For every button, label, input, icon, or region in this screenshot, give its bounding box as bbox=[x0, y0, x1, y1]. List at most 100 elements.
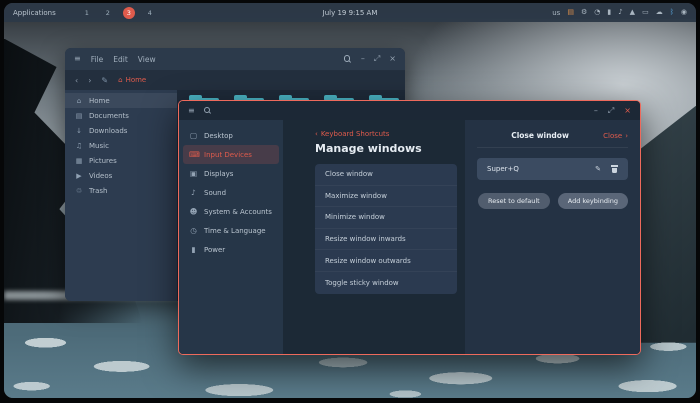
cloud-icon[interactable]: ☁ bbox=[656, 9, 663, 16]
workspace-3-active[interactable]: 3 bbox=[122, 6, 135, 19]
sidebar-item-label: Videos bbox=[89, 171, 113, 180]
back-chevron-icon: ‹ bbox=[315, 130, 318, 138]
sidebar-item-power[interactable]: ▮ Power bbox=[183, 240, 279, 259]
monitor-icon: ▢ bbox=[189, 131, 198, 140]
back-link-keyboard-shortcuts[interactable]: ‹ Keyboard Shortcuts bbox=[315, 130, 457, 138]
forward-button[interactable]: › bbox=[88, 76, 91, 85]
volume-icon[interactable]: ♪ bbox=[618, 9, 622, 16]
sidebar-item-label: Pictures bbox=[89, 156, 117, 165]
detail-nav-link[interactable]: Close › bbox=[603, 132, 628, 140]
sidebar-item-label: Downloads bbox=[89, 126, 128, 135]
sidebar-item-sound[interactable]: ♪ Sound bbox=[183, 183, 279, 202]
document-icon: ▤ bbox=[75, 111, 83, 120]
sidebar-item-label: Home bbox=[89, 96, 110, 105]
sidebar-item-desktop[interactable]: ▢ Desktop bbox=[183, 126, 279, 145]
reset-to-default-button[interactable]: Reset to default bbox=[478, 193, 550, 209]
maximize-button[interactable]: ⤢ bbox=[374, 55, 380, 63]
sidebar-item-label: Desktop bbox=[204, 131, 233, 140]
clock-icon[interactable]: ◔ bbox=[594, 9, 600, 16]
shortcut-resize-inwards[interactable]: Resize window inwards bbox=[315, 229, 457, 251]
sidebar-item-home[interactable]: ⌂ Home bbox=[65, 93, 177, 108]
videos-icon: ▶ bbox=[76, 171, 82, 180]
settings-sidebar: ▢ Desktop ⌨ Input Devices ▣ Displays ♪ S… bbox=[179, 120, 283, 354]
sidebar-item-music[interactable]: ♫ Music bbox=[65, 138, 177, 153]
hamburger-icon[interactable]: ≡ bbox=[74, 55, 81, 63]
keyboard-icon: ⌨ bbox=[189, 150, 200, 159]
sidebar-item-label: Music bbox=[89, 141, 109, 150]
sidebar-item-label: Documents bbox=[89, 111, 129, 120]
home-icon: ⌂ bbox=[76, 96, 82, 105]
shortcut-close-window[interactable]: Close window bbox=[315, 164, 457, 186]
sidebar-item-downloads[interactable]: ↓ Downloads bbox=[65, 123, 177, 138]
edit-path-icon[interactable]: ✎ bbox=[101, 76, 108, 85]
sidebar-item-documents[interactable]: ▤ Documents bbox=[65, 108, 177, 123]
breadcrumb[interactable]: ⌂ Home bbox=[118, 76, 146, 84]
sidebar-item-time-language[interactable]: ◷ Time & Language bbox=[183, 221, 279, 240]
shortcut-maximize-window[interactable]: Maximize window bbox=[315, 186, 457, 208]
battery-icon[interactable]: ▮ bbox=[607, 9, 611, 16]
settings-detail-pane: Close window Close › Super+Q ✎ Reset to … bbox=[465, 120, 640, 354]
delete-keybinding-icon[interactable] bbox=[611, 165, 618, 173]
close-button[interactable]: × bbox=[389, 55, 396, 63]
back-button[interactable]: ‹ bbox=[75, 76, 78, 85]
keybinding-value: Super+Q bbox=[487, 165, 519, 173]
breadcrumb-label: Home bbox=[125, 76, 147, 84]
add-keybinding-button[interactable]: Add keybinding bbox=[557, 193, 628, 209]
battery-icon: ▮ bbox=[191, 245, 196, 254]
file-manager-sidebar: ⌂ Home ▤ Documents ↓ Downloads ♫ Music ▦ bbox=[65, 90, 177, 301]
trash-icon: ♲ bbox=[75, 186, 83, 195]
music-icon: ♫ bbox=[75, 141, 83, 150]
settings-window: ≡ – ⤢ × ▢ Desktop ⌨ Input Devices ▣ Disp… bbox=[178, 100, 641, 355]
workspace-1[interactable]: 1 bbox=[81, 7, 93, 19]
maximize-button[interactable]: ⤢ bbox=[608, 106, 614, 115]
sidebar-item-label: Displays bbox=[204, 169, 234, 178]
shortcut-toggle-sticky[interactable]: Toggle sticky window bbox=[315, 272, 457, 294]
close-button[interactable]: × bbox=[624, 106, 631, 115]
shortcut-minimize-window[interactable]: Minimize window bbox=[315, 207, 457, 229]
sidebar-item-displays[interactable]: ▣ Displays bbox=[183, 164, 279, 183]
home-icon: ⌂ bbox=[118, 76, 123, 84]
sound-icon: ♪ bbox=[191, 188, 196, 197]
menu-view[interactable]: View bbox=[138, 55, 156, 64]
top-panel: Applications 1 2 3 4 July 19 9:15 AM us … bbox=[4, 3, 696, 22]
download-icon: ↓ bbox=[76, 126, 82, 135]
clock-icon: ◷ bbox=[190, 226, 197, 235]
sidebar-item-videos[interactable]: ▶ Videos bbox=[65, 168, 177, 183]
sidebar-item-trash[interactable]: ♲ Trash bbox=[65, 183, 177, 198]
sidebar-item-input-devices[interactable]: ⌨ Input Devices bbox=[183, 145, 279, 164]
search-icon[interactable] bbox=[343, 55, 352, 63]
minimize-button[interactable]: – bbox=[594, 106, 598, 115]
pictures-icon: ▦ bbox=[75, 156, 83, 165]
wifi-icon[interactable]: ▲ bbox=[630, 9, 635, 16]
indicator-app-icon[interactable]: ▤ bbox=[567, 9, 574, 16]
workspace-4[interactable]: 4 bbox=[144, 7, 156, 19]
sidebar-item-label: System & Accounts bbox=[204, 207, 272, 216]
sidebar-item-pictures[interactable]: ▦ Pictures bbox=[65, 153, 177, 168]
menu-edit[interactable]: Edit bbox=[113, 55, 128, 64]
workspace-2[interactable]: 2 bbox=[102, 7, 114, 19]
hamburger-icon[interactable]: ≡ bbox=[188, 106, 195, 115]
keybinding-row[interactable]: Super+Q ✎ bbox=[477, 158, 628, 180]
brightness-icon[interactable]: ▭ bbox=[642, 9, 649, 16]
display-icon: ▣ bbox=[189, 169, 198, 178]
search-icon[interactable] bbox=[203, 106, 212, 115]
users-icon: ☻ bbox=[189, 207, 198, 216]
shortcut-resize-outwards[interactable]: Resize window outwards bbox=[315, 250, 457, 272]
minimize-button[interactable]: – bbox=[361, 55, 365, 63]
back-link-label: Keyboard Shortcuts bbox=[320, 130, 390, 138]
settings-titlebar: ≡ – ⤢ × bbox=[179, 101, 640, 120]
edit-keybinding-icon[interactable]: ✎ bbox=[595, 165, 601, 173]
menu-file[interactable]: File bbox=[91, 55, 104, 64]
settings-gear-icon[interactable]: ⚙ bbox=[581, 9, 587, 16]
shortcut-list: Close window Maximize window Minimize wi… bbox=[315, 164, 457, 294]
detail-title: Close window bbox=[511, 131, 569, 140]
clock[interactable]: July 19 9:15 AM bbox=[323, 9, 378, 17]
bluetooth-icon[interactable]: ᛒ bbox=[670, 9, 674, 16]
file-manager-toolbar: ‹ › ✎ ⌂ Home bbox=[65, 70, 405, 90]
forward-chevron-icon: › bbox=[625, 131, 628, 140]
power-icon[interactable]: ◉ bbox=[681, 9, 687, 16]
applications-menu[interactable]: Applications bbox=[13, 9, 56, 17]
sidebar-item-system-accounts[interactable]: ☻ System & Accounts bbox=[183, 202, 279, 221]
file-manager-menubar: ≡ File Edit View – ⤢ × bbox=[65, 48, 405, 70]
keyboard-layout-indicator[interactable]: us bbox=[552, 9, 560, 17]
